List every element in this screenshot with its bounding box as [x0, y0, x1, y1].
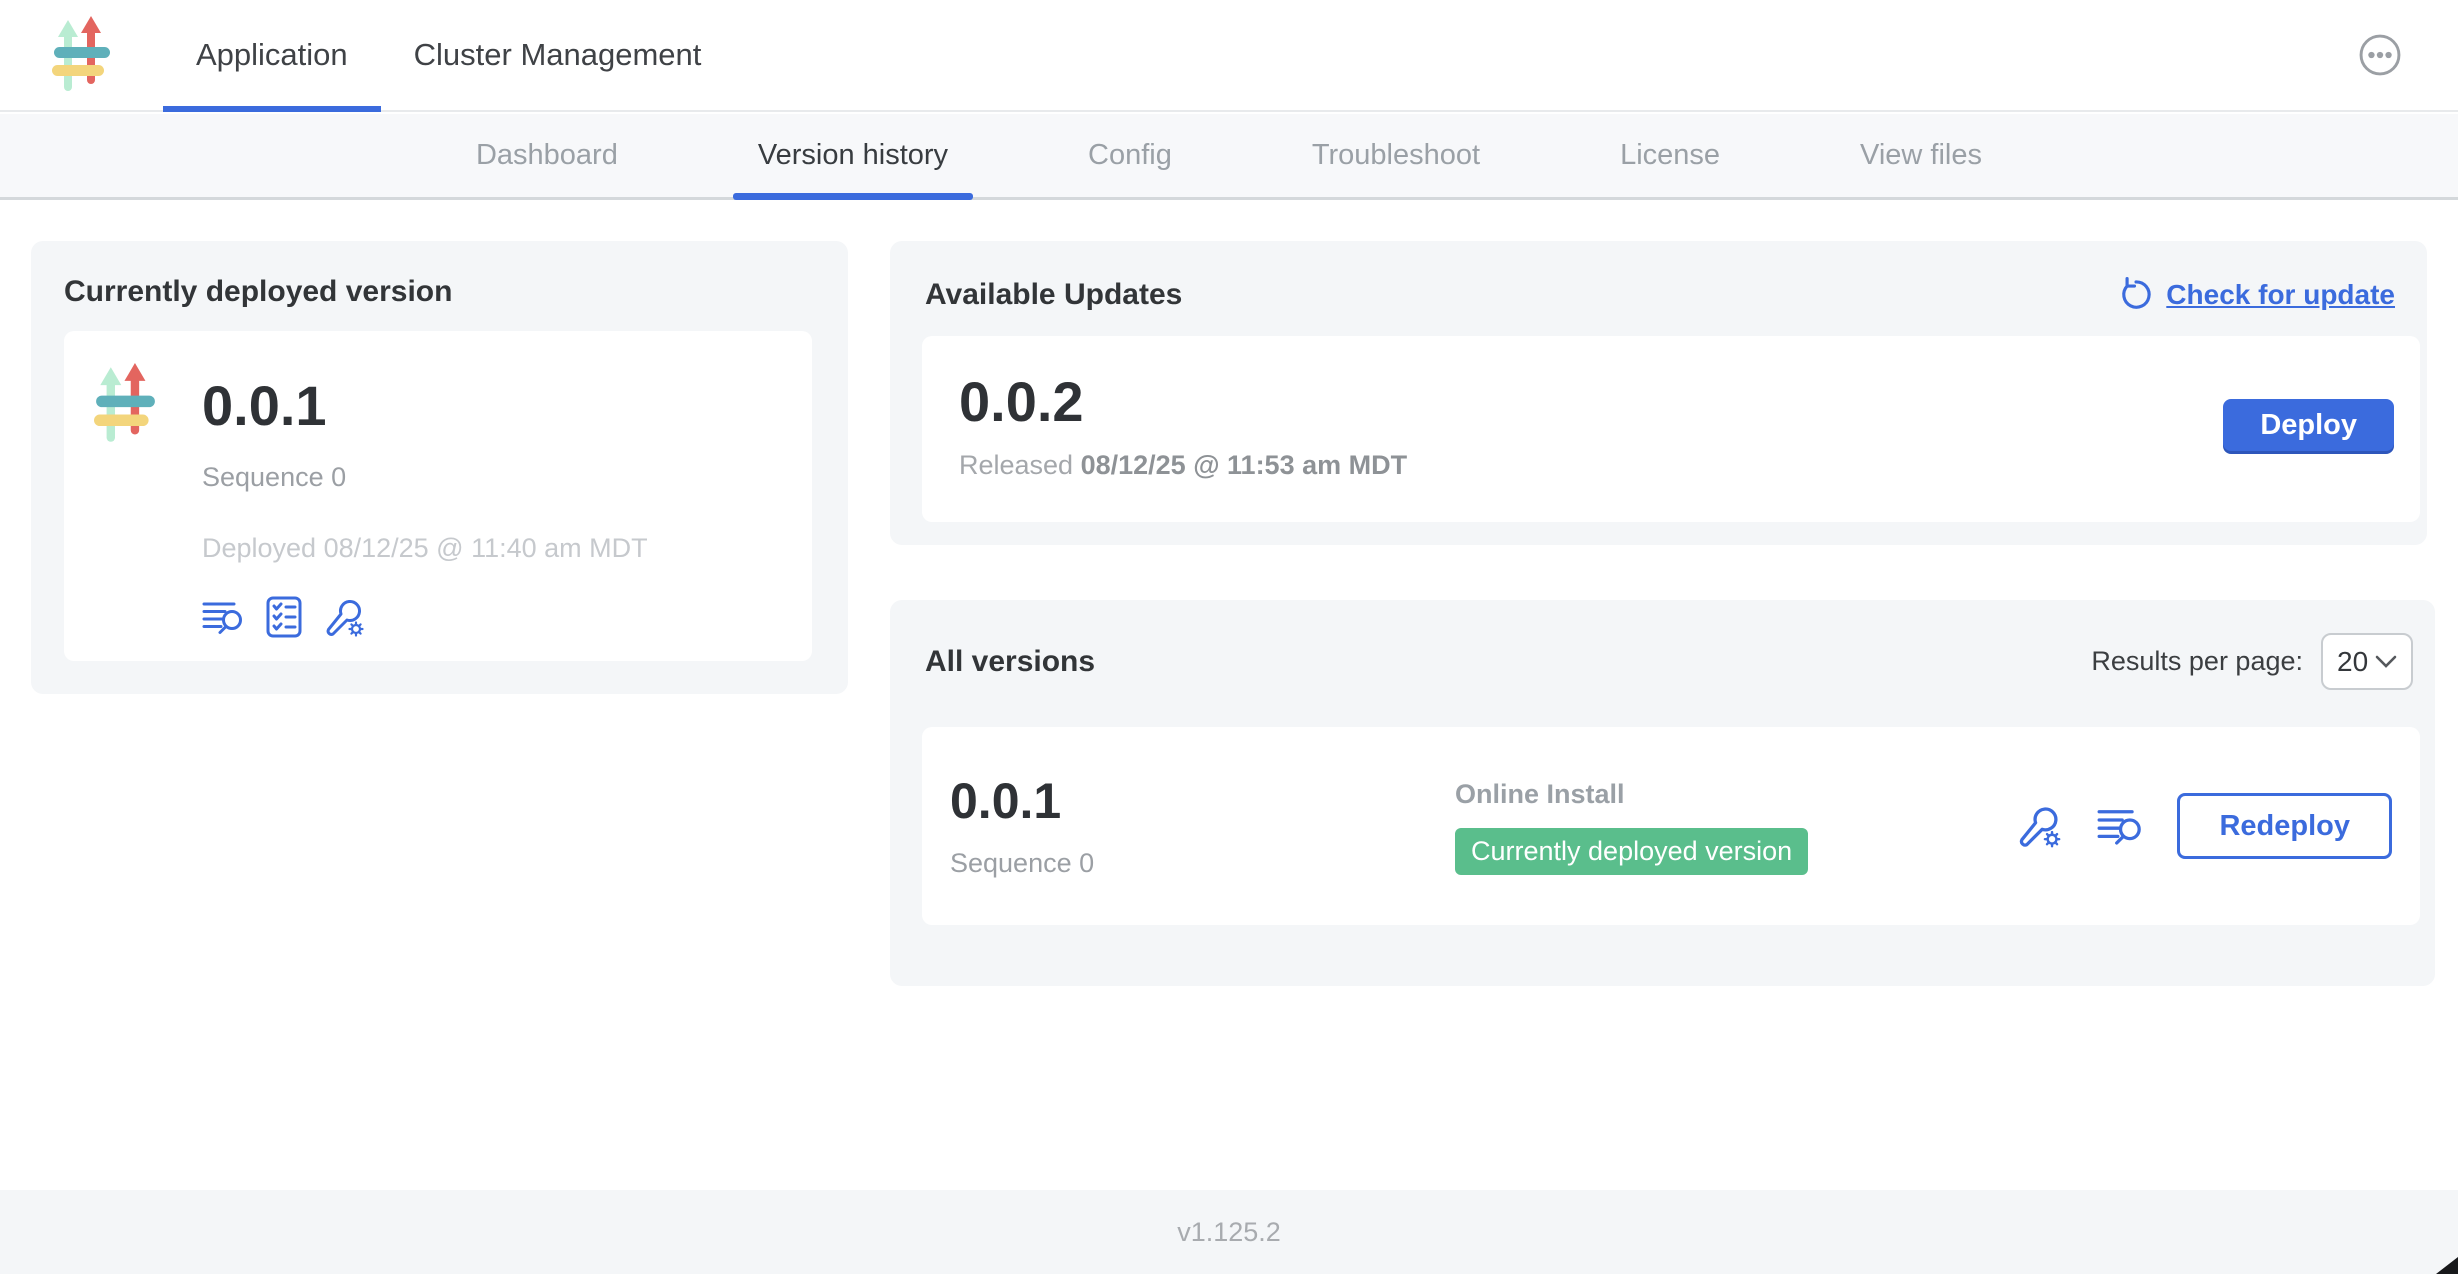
results-per-page-label: Results per page:	[2091, 646, 2303, 677]
row-version-number: 0.0.1	[950, 776, 1455, 826]
check-for-update-link[interactable]: Check for update	[2116, 276, 2395, 314]
refresh-icon	[2116, 276, 2154, 314]
check-for-update-label: Check for update	[2166, 279, 2395, 311]
tab-cluster-management[interactable]: Cluster Management	[381, 0, 735, 110]
preflight-checks-icon[interactable]	[266, 596, 302, 638]
release-notes-icon[interactable]	[202, 599, 244, 635]
currently-deployed-card: Currently deployed version 0.0.1 Sequenc…	[31, 241, 848, 694]
redeploy-button[interactable]: Redeploy	[2177, 793, 2392, 859]
app-logo-icon	[94, 360, 157, 448]
app-subnav: Dashboard Version history Config Trouble…	[0, 114, 2458, 200]
app-logo-icon	[52, 16, 112, 94]
version-row: 0.0.1 Sequence 0 Online Install Currentl…	[922, 727, 2420, 925]
all-versions-title: All versions	[925, 645, 1095, 679]
subnav-item-dashboard[interactable]: Dashboard	[451, 114, 643, 197]
currently-deployed-badge: Currently deployed version	[1455, 828, 1808, 875]
available-updates-card: Available Updates Check for update 0.0.2…	[890, 241, 2427, 545]
subnav-item-config[interactable]: Config	[1063, 114, 1197, 197]
ellipsis-circle-icon	[2358, 33, 2402, 77]
tab-application[interactable]: Application	[163, 0, 381, 110]
subnav-view-files-label: View files	[1860, 139, 1982, 172]
deployed-version-panel: 0.0.1 Sequence 0 Deployed 08/12/25 @ 11:…	[64, 331, 812, 661]
top-bar: Application Cluster Management	[0, 0, 2458, 112]
available-updates-title: Available Updates	[925, 278, 1182, 312]
more-menu-button[interactable]	[2358, 33, 2402, 77]
version-history-page: Application Cluster Management Dashboard…	[0, 0, 2458, 1274]
deployed-card-title: Currently deployed version	[64, 275, 815, 309]
all-versions-card: All versions Results per page: 20 0.0.1 …	[890, 600, 2435, 986]
released-label: Released	[959, 450, 1073, 480]
subnav-troubleshoot-label: Troubleshoot	[1312, 139, 1480, 172]
released-timestamp: 08/12/25 @ 11:53 am MDT	[1081, 450, 1408, 480]
tab-application-label: Application	[196, 37, 348, 73]
page-footer: v1.125.2	[0, 1190, 2458, 1274]
subnav-version-history-label: Version history	[758, 139, 948, 172]
row-sequence: Sequence 0	[950, 848, 1455, 879]
console-version: v1.125.2	[1177, 1217, 1281, 1248]
subnav-item-version-history[interactable]: Version history	[733, 114, 973, 197]
results-per-page-value: 20	[2337, 646, 2368, 678]
subnav-item-troubleshoot[interactable]: Troubleshoot	[1287, 114, 1505, 197]
install-type-label: Online Install	[1455, 779, 1808, 810]
subnav-item-license[interactable]: License	[1595, 114, 1745, 197]
tab-cluster-management-label: Cluster Management	[414, 37, 702, 73]
config-icon[interactable]	[2017, 803, 2063, 849]
subnav-license-label: License	[1620, 139, 1720, 172]
top-tabs: Application Cluster Management	[163, 0, 734, 110]
deployed-timestamp: Deployed 08/12/25 @ 11:40 am MDT	[202, 533, 648, 564]
deployed-sequence: Sequence 0	[202, 462, 648, 493]
config-icon[interactable]	[324, 596, 366, 638]
update-version-number: 0.0.2	[959, 374, 1407, 430]
subnav-item-view-files[interactable]: View files	[1835, 114, 2007, 197]
app-logo	[0, 0, 163, 110]
update-released-line: Released 08/12/25 @ 11:53 am MDT	[959, 450, 1407, 481]
release-notes-icon[interactable]	[2097, 806, 2143, 846]
results-per-page-select[interactable]: 20	[2321, 633, 2413, 690]
deploy-button[interactable]: Deploy	[2223, 399, 2394, 451]
deployed-version-number: 0.0.1	[202, 378, 648, 434]
available-update-row: 0.0.2 Released 08/12/25 @ 11:53 am MDT D…	[922, 336, 2420, 522]
subnav-dashboard-label: Dashboard	[476, 139, 618, 172]
subnav-config-label: Config	[1088, 139, 1172, 172]
chevron-down-icon	[2375, 655, 2397, 668]
